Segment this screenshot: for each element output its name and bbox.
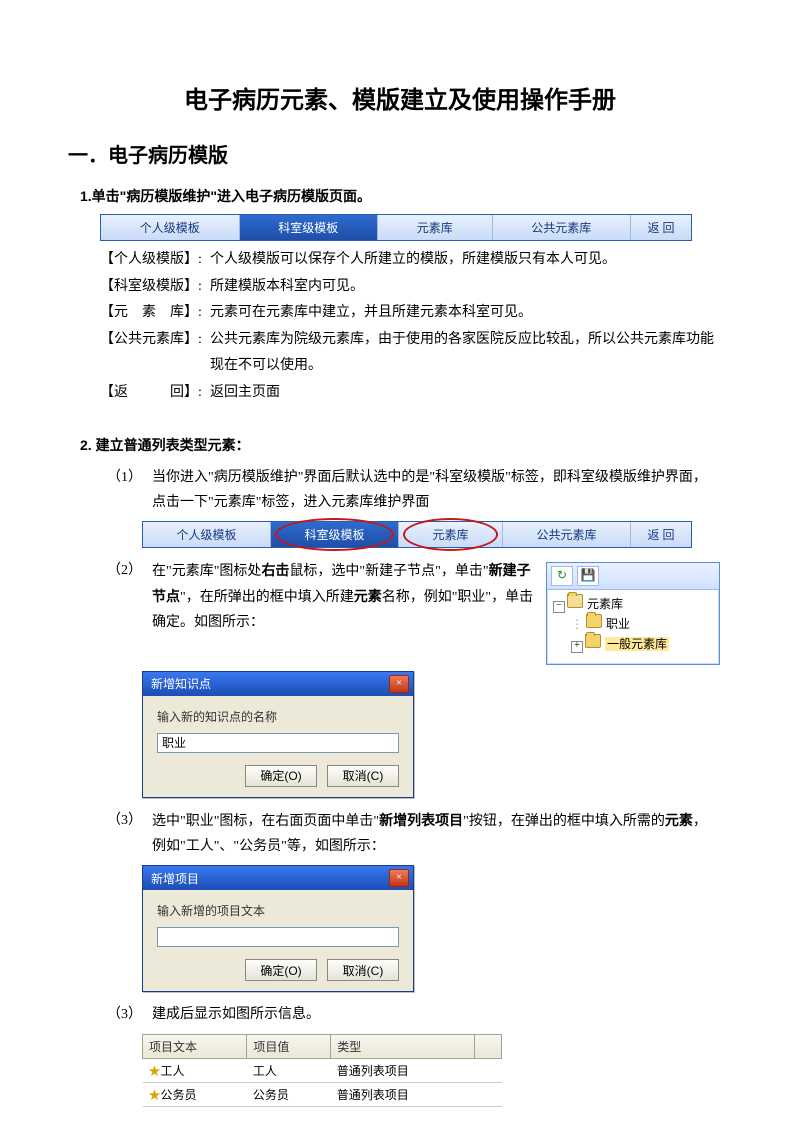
col-value: 项目值 bbox=[247, 1034, 331, 1058]
tab2-pubelem[interactable]: 公共元素库 bbox=[503, 522, 631, 547]
def-body-pub: 公共元素库为院级元素库，由于使用的各家医院反应比较乱，所以公共元素库功能现在不可… bbox=[210, 327, 720, 380]
star-icon: ★ bbox=[149, 1088, 161, 1102]
collapse-icon[interactable]: − bbox=[553, 601, 565, 613]
folder-icon bbox=[586, 614, 602, 628]
tab2-elemlib-circled[interactable]: 元素库 bbox=[399, 522, 503, 547]
tree-toolbar: ↻ 💾 bbox=[547, 563, 719, 590]
dialog2-input[interactable] bbox=[157, 927, 399, 947]
page-title: 电子病历元素、模版建立及使用操作手册 bbox=[80, 80, 720, 115]
step-1-body: 当你进入"病历模版维护"界面后默认选中的是"科室级模版"标签，即科室级模版维护界… bbox=[152, 465, 720, 515]
def-label-personal: 【个人级模版】: bbox=[100, 247, 210, 274]
tab-dept[interactable]: 科室级模板 bbox=[240, 215, 379, 240]
section-1-heading: 一．电子病历模版 bbox=[68, 139, 720, 168]
def-label-elem: 【元 素 库】: bbox=[100, 300, 210, 327]
col-type: 类型 bbox=[331, 1034, 475, 1058]
def-body-dept: 所建模版本科室内可见。 bbox=[210, 274, 720, 301]
def-body-personal: 个人级模版可以保存个人所建立的模版，所建模版只有本人可见。 bbox=[210, 247, 720, 274]
cancel-button[interactable]: 取消(C) bbox=[327, 765, 399, 787]
definitions-block: 【个人级模版】:个人级模版可以保存个人所建立的模版，所建模版只有本人可见。 【科… bbox=[100, 247, 720, 407]
step-1-num: （1） bbox=[92, 465, 152, 515]
star-icon: ★ bbox=[149, 1064, 161, 1078]
table-row[interactable]: ★公务员 公务员 普通列表项目 bbox=[143, 1082, 502, 1106]
step-3-body: 选中"职业"图标，在右面页面中单击"新增列表项目"按钮，在弹出的框中填入所需的元… bbox=[152, 808, 720, 859]
tree-root-label[interactable]: 元素库 bbox=[587, 597, 623, 611]
tab2-dept-circled[interactable]: 科室级模板 bbox=[271, 522, 399, 547]
cancel-button[interactable]: 取消(C) bbox=[327, 959, 399, 981]
step-2-body: ↻ 💾 −元素库 ⋮ 职业 +一般元素库 在"元素库"图标处右击鼠标，选中"新建… bbox=[152, 558, 720, 665]
tab-strip-1: 个人级模板 科室级模板 元素库 公共元素库 返 回 bbox=[100, 214, 692, 241]
dialog2-title: 新增项目 bbox=[151, 870, 199, 887]
subhead-2: 2. 建立普通列表类型元素： bbox=[80, 435, 720, 455]
def-body-back: 返回主页面 bbox=[210, 380, 720, 407]
def-body-elem: 元素可在元素库中建立，并且所建元素本科室可见。 bbox=[210, 300, 720, 327]
dialog2-prompt: 输入新增的项目文本 bbox=[157, 902, 399, 919]
step-4-num: （3） bbox=[92, 1002, 152, 1027]
dialog1-title: 新增知识点 bbox=[151, 675, 211, 692]
dialog1-prompt: 输入新的知识点的名称 bbox=[157, 708, 399, 725]
dialog-new-item: 新增项目 × 输入新增的项目文本 确定(O) 取消(C) bbox=[142, 865, 414, 992]
col-text: 项目文本 bbox=[143, 1034, 247, 1058]
subhead-1: 1.单击"病历模版维护"进入电子病历模版页面。 bbox=[80, 186, 720, 206]
dialog-new-knowledge: 新增知识点 × 输入新的知识点的名称 确定(O) 取消(C) bbox=[142, 671, 414, 798]
step-4-body: 建成后显示如图所示信息。 bbox=[152, 1002, 720, 1027]
tree-child-1[interactable]: 职业 bbox=[606, 617, 630, 631]
tab2-back[interactable]: 返 回 bbox=[631, 522, 691, 547]
refresh-icon[interactable]: ↻ bbox=[551, 566, 573, 586]
result-table: 项目文本 项目值 类型 ★工人 工人 普通列表项目 ★公务员 公务员 普通列表项… bbox=[142, 1034, 502, 1107]
table-row[interactable]: ★工人 工人 普通列表项目 bbox=[143, 1058, 502, 1082]
def-label-dept: 【科室级模版】: bbox=[100, 274, 210, 301]
close-icon[interactable]: × bbox=[389, 869, 409, 887]
save-icon[interactable]: 💾 bbox=[577, 566, 599, 586]
folder-icon bbox=[585, 634, 601, 648]
step-2-num: （2） bbox=[92, 558, 152, 665]
close-icon[interactable]: × bbox=[389, 675, 409, 693]
tab-pubelem[interactable]: 公共元素库 bbox=[493, 215, 632, 240]
ok-button[interactable]: 确定(O) bbox=[245, 765, 317, 787]
tab2-personal[interactable]: 个人级模板 bbox=[143, 522, 271, 547]
def-label-back: 【返 回】: bbox=[100, 380, 210, 407]
def-label-pub: 【公共元素库】: bbox=[100, 327, 210, 354]
tree-child-2-highlight[interactable]: 一般元素库 bbox=[605, 637, 669, 651]
tab-back[interactable]: 返 回 bbox=[631, 215, 691, 240]
tab-elemlib[interactable]: 元素库 bbox=[378, 215, 493, 240]
expand-icon[interactable]: + bbox=[571, 641, 583, 653]
tree-panel: ↻ 💾 −元素库 ⋮ 职业 +一般元素库 bbox=[546, 562, 720, 665]
tab-strip-2: 个人级模板 科室级模板 元素库 公共元素库 返 回 bbox=[142, 521, 692, 548]
dialog1-input[interactable] bbox=[157, 733, 399, 753]
ok-button[interactable]: 确定(O) bbox=[245, 959, 317, 981]
step-3-num: （3） bbox=[92, 808, 152, 859]
folder-open-icon bbox=[567, 594, 583, 608]
tab-personal[interactable]: 个人级模板 bbox=[101, 215, 240, 240]
